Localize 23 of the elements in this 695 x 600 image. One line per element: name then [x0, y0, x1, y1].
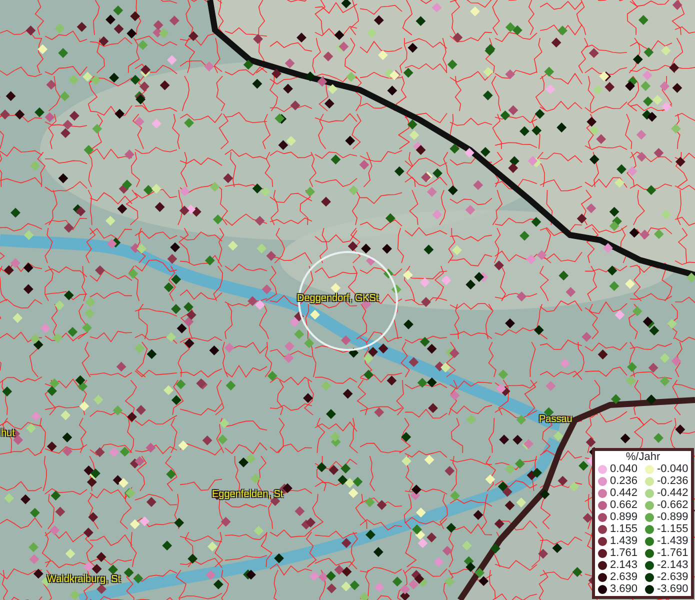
legend-value: 1.155 [610, 523, 638, 535]
legend-title: %/Jahr [624, 451, 662, 463]
legend-value: 0.040 [610, 463, 638, 475]
legend-value: 0.662 [610, 499, 638, 511]
legend-value: 3.690 [610, 583, 638, 595]
legend-value: 0.899 [610, 511, 638, 523]
legend-value: -1.761 [657, 547, 688, 559]
legend-value: -2.639 [657, 571, 688, 583]
legend-value: -3.690 [657, 583, 688, 595]
legend-value: 0.442 [610, 487, 638, 499]
legend-value: 2.143 [610, 559, 638, 571]
legend-value: 1.439 [610, 535, 638, 547]
legend-value: -2.143 [657, 559, 688, 571]
legend-value: -0.899 [657, 511, 688, 523]
legend-value: -1.155 [657, 523, 688, 535]
legend-value: 2.639 [610, 571, 638, 583]
legend-value: -0.442 [657, 487, 688, 499]
legend-value: -0.662 [657, 499, 688, 511]
legend-value: 0.236 [610, 475, 638, 487]
legend-value: -0.040 [657, 463, 688, 475]
legend-value: -1.439 [657, 535, 688, 547]
legend-value: -0.236 [657, 475, 688, 487]
legend-value: 1.761 [610, 547, 638, 559]
